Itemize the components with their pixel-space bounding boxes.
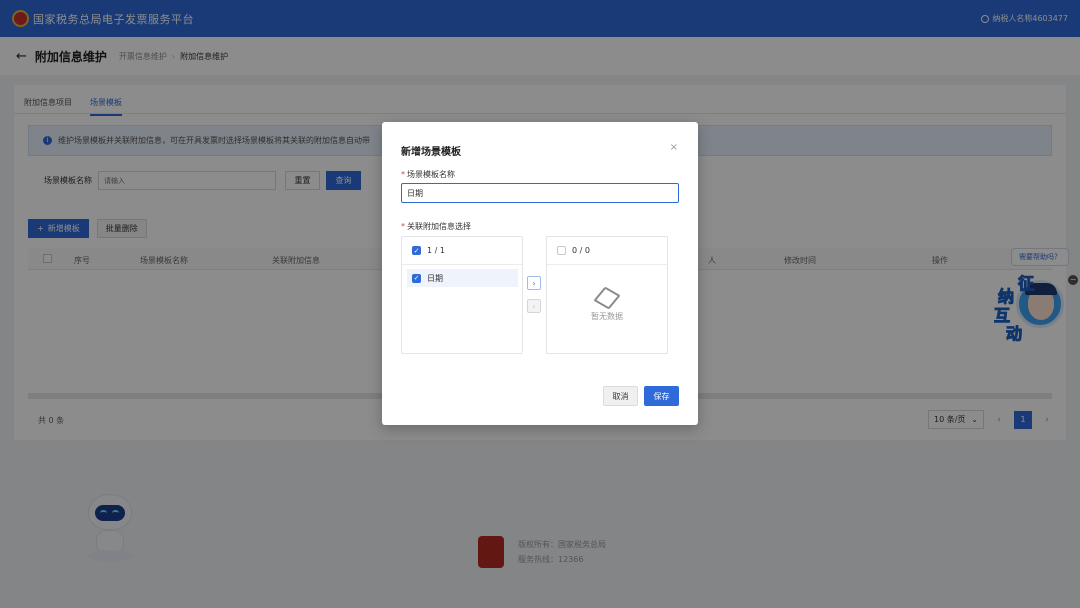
item-checkbox[interactable]: ✓ (412, 273, 421, 283)
source-count: 1 / 1 (427, 246, 445, 255)
empty-state: 暂无数据 (547, 286, 667, 322)
source-list-header: ✓ 1 / 1 (402, 237, 522, 265)
empty-box-icon (593, 286, 621, 310)
template-name-input[interactable] (401, 183, 679, 203)
template-name-label-text: 场景模板名称 (407, 170, 455, 179)
dialog-title: 新增场景模板 (401, 147, 461, 158)
source-select-all-checkbox[interactable]: ✓ (412, 246, 421, 255)
required-marker: * (401, 170, 405, 179)
required-marker: * (401, 222, 405, 231)
empty-text: 暂无数据 (591, 312, 623, 321)
move-right-button[interactable]: › (527, 276, 541, 290)
template-name-field-label: * 场景模板名称 (401, 169, 455, 180)
list-item[interactable]: ✓ 日期 (407, 269, 518, 287)
target-select-all-checkbox[interactable] (557, 246, 566, 255)
cancel-button[interactable]: 取消 (603, 386, 638, 406)
linked-info-field-label: * 关联附加信息选择 (401, 221, 471, 232)
target-count: 0 / 0 (572, 246, 590, 255)
list-item-label: 日期 (427, 273, 443, 283)
new-scene-template-dialog: 新增场景模板 × *场景模板名称 *关联附加信息选择 ✓ 1 / 1 ✓ 日期 … (382, 122, 698, 425)
move-left-button[interactable]: ‹ (527, 299, 541, 313)
close-icon[interactable]: × (670, 142, 678, 153)
save-button[interactable]: 保存 (644, 386, 679, 406)
target-list-panel: 0 / 0 暂无数据 (546, 236, 668, 354)
target-list-header: 0 / 0 (547, 237, 667, 265)
linked-info-label-text: 关联附加信息选择 (407, 222, 471, 231)
source-list-panel: ✓ 1 / 1 ✓ 日期 (401, 236, 523, 354)
